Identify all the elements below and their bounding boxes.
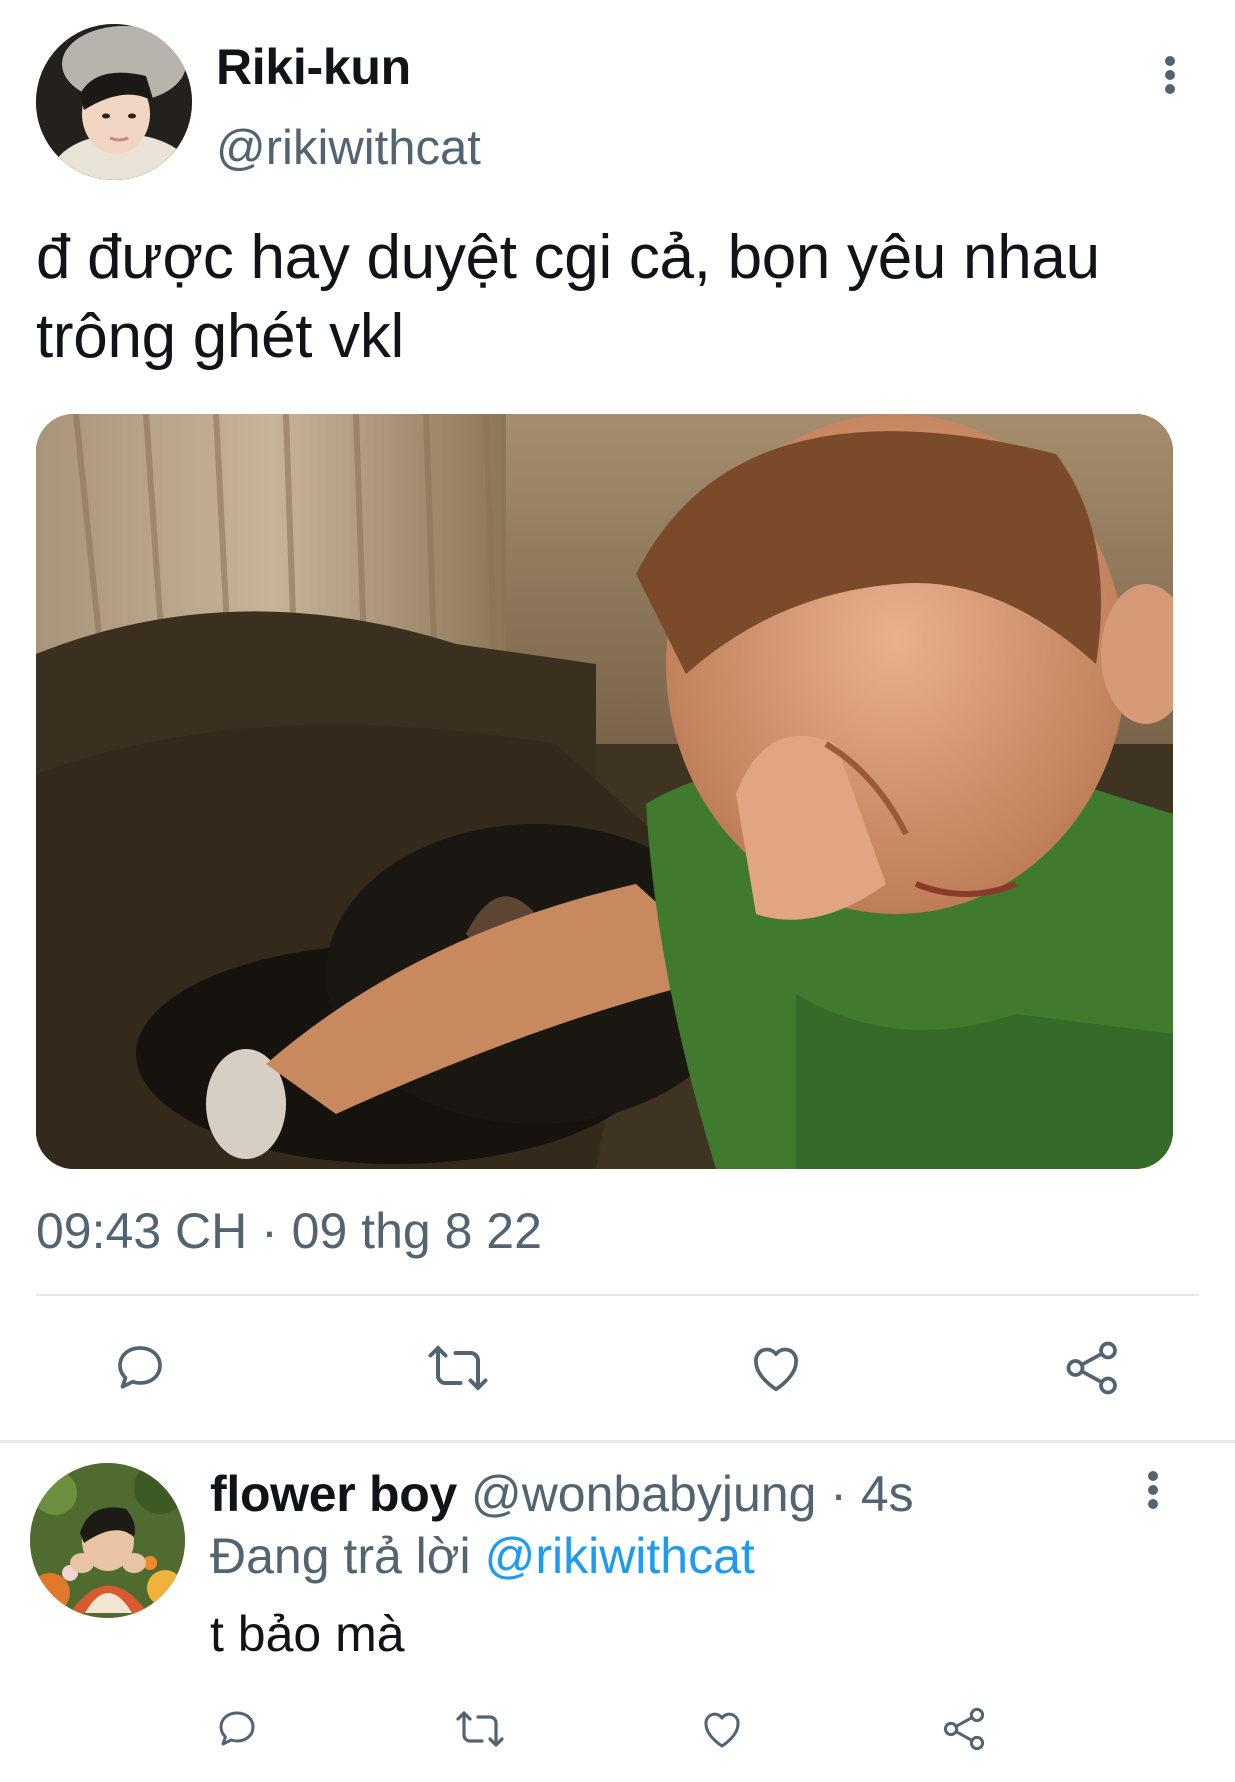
tweet-timestamp[interactable]: 09:43 CH · 09 thg 8 22	[36, 1202, 542, 1260]
reply-text: t bảo mà	[210, 1606, 405, 1662]
reply-share-icon[interactable]	[933, 1697, 997, 1761]
divider	[36, 1294, 1199, 1296]
replying-to: Đang trả lời @rikiwithcat	[210, 1527, 755, 1585]
reply-author-avatar[interactable]	[30, 1463, 185, 1618]
share-icon[interactable]	[1053, 1328, 1133, 1408]
reply-more-options-icon[interactable]	[1133, 1465, 1173, 1515]
author-avatar[interactable]	[36, 24, 192, 180]
replying-to-mention[interactable]: @rikiwithcat	[485, 1528, 755, 1584]
reply-author-handle[interactable]: @wonbabyjung	[471, 1466, 816, 1522]
retweet-icon[interactable]	[418, 1328, 498, 1408]
author-display-name[interactable]: Riki-kun	[216, 38, 411, 96]
tweet-image[interactable]	[36, 414, 1173, 1169]
more-options-icon[interactable]	[1150, 50, 1190, 100]
main-tweet: Riki-kun @rikiwithcat đ được hay duyệt c…	[0, 0, 1235, 1442]
reply-time[interactable]: · 4s	[830, 1466, 913, 1522]
author-handle[interactable]: @rikiwithcat	[216, 120, 481, 176]
replying-to-label: Đang trả lời	[210, 1528, 471, 1584]
reply-author-display-name[interactable]: flower boy	[210, 1466, 457, 1522]
reply-like-icon[interactable]	[690, 1697, 754, 1761]
reply-tweet[interactable]: flower boy @wonbabyjung · 4s Đang trả lờ…	[0, 1443, 1235, 1782]
reply-retweet-icon[interactable]	[448, 1697, 512, 1761]
like-icon[interactable]	[736, 1328, 816, 1408]
tweet-text: đ được hay duyệt cgi cả, bọn yêu nhau tr…	[36, 223, 1100, 371]
reply-header: flower boy @wonbabyjung · 4s	[210, 1465, 914, 1523]
reply-reply-icon[interactable]	[205, 1697, 269, 1761]
reply-icon[interactable]	[100, 1328, 180, 1408]
